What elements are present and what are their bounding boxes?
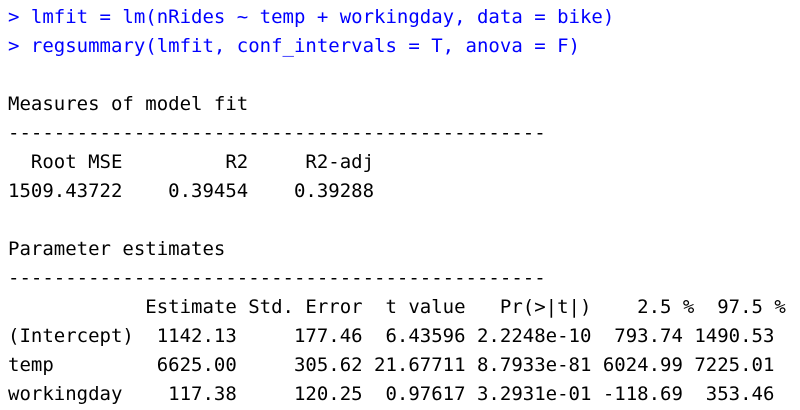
- model-fit-header: Root MSE R2 R2-adj: [8, 151, 375, 173]
- r-console-output: > lmfit = lm(nRides ~ temp + workingday,…: [0, 0, 800, 410]
- command-line: > regsummary(lmfit, conf_intervals = T, …: [8, 35, 580, 57]
- parameter-table-header: Estimate Std. Error t value Pr(>|t|) 2.5…: [8, 296, 786, 318]
- model-fit-values: 1509.43722 0.39454 0.39288: [8, 180, 375, 202]
- parameter-row: temp 6625.00 305.62 21.67711 8.7933e-81 …: [8, 354, 775, 376]
- parameter-estimates-heading: Parameter estimates: [8, 238, 226, 260]
- separator-rule: ----------------------------------------…: [8, 267, 546, 289]
- separator-rule: ----------------------------------------…: [8, 122, 546, 144]
- parameter-row: workingday 117.38 120.25 0.97617 3.2931e…: [8, 383, 775, 405]
- command-line: > lmfit = lm(nRides ~ temp + workingday,…: [8, 6, 615, 28]
- model-fit-heading: Measures of model fit: [8, 93, 249, 115]
- parameter-row: (Intercept) 1142.13 177.46 6.43596 2.224…: [8, 325, 775, 347]
